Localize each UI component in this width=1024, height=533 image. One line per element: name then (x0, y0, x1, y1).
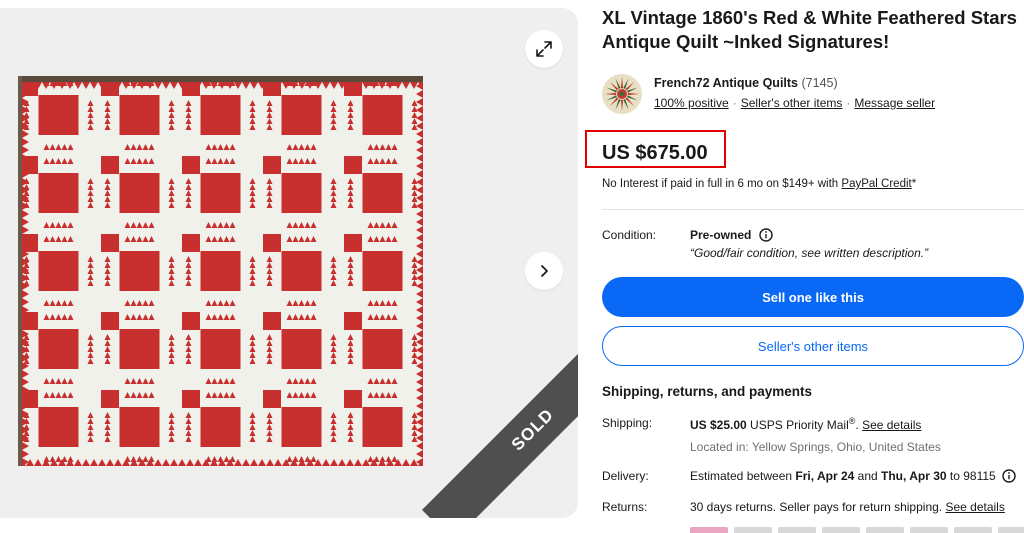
financing-note: No Interest if paid in full in 6 mo on $… (602, 178, 916, 190)
seller-positive-link[interactable]: 100% positive (654, 96, 729, 110)
shipping-section-title: Shipping, returns, and payments (602, 384, 813, 399)
condition-value-row: Pre-owned (690, 228, 774, 242)
payment-icon (690, 527, 728, 533)
listing-title: XL Vintage 1860's Red & White Feathered … (602, 7, 1017, 52)
payment-icons-strip (690, 527, 1024, 533)
delivery-end: Thu, Apr 30 (881, 469, 947, 483)
delivery-start: Fri, Apr 24 (795, 469, 855, 483)
seller-links: 100% positive · Seller's other items · Messa… (654, 96, 935, 110)
sell-one-like-this-button[interactable]: Sell one like this (602, 277, 1024, 317)
returns-value: 30 days returns. Seller pays for return … (690, 500, 1005, 514)
seller-feedback-count: (7145) (801, 76, 838, 90)
item-price: US $675.00 (602, 142, 708, 164)
shipping-label: Shipping: (602, 416, 653, 430)
quilt-photo (18, 76, 423, 466)
image-gallery: SOLD (0, 8, 578, 518)
delivery-zip: to 98115 (946, 469, 996, 483)
separator-dot: · (732, 96, 737, 110)
payment-icon (822, 527, 860, 533)
payment-icon (778, 527, 816, 533)
sellers-other-items-button[interactable]: Seller's other items (602, 326, 1024, 366)
seller-name[interactable]: French72 Antique Quilts (654, 76, 798, 90)
separator-dot: · (846, 96, 851, 110)
financing-asterisk: * (911, 178, 917, 190)
payment-icon (910, 527, 948, 533)
returns-label: Returns: (602, 500, 648, 514)
seller-info: French72 Antique Quilts (7145) (654, 76, 838, 90)
shipping-service: USPS Priority Mail (746, 418, 849, 432)
shipping-value: US $25.00 USPS Priority Mail®. See detai… (690, 416, 921, 432)
delivery-mid: and (854, 469, 882, 483)
sold-label: SOLD (507, 404, 558, 455)
payment-icon (866, 527, 904, 533)
seller-other-items-link[interactable]: Seller's other items (741, 96, 843, 110)
chevron-right-icon (541, 265, 548, 277)
payment-icon (954, 527, 992, 533)
returns-details-link[interactable]: See details (945, 500, 1004, 514)
payment-icon (734, 527, 772, 533)
delivery-prefix: Estimated between (690, 469, 796, 483)
expand-button[interactable] (525, 30, 563, 68)
seller-logo (602, 74, 642, 114)
delivery-value: Estimated between Fri, Apr 24 and Thu, A… (690, 469, 1016, 483)
message-seller-link[interactable]: Message seller (854, 96, 935, 110)
listing-image[interactable] (18, 76, 423, 466)
info-icon[interactable] (759, 228, 774, 242)
divider (602, 209, 1024, 210)
shipping-cost: US $25.00 (690, 418, 747, 432)
item-details-panel: XL Vintage 1860's Red & White Feathered … (585, 0, 1024, 533)
expand-icon (536, 41, 552, 57)
sold-ribbon: SOLD (421, 318, 578, 518)
delivery-estimate: Estimated between Fri, Apr 24 and Thu, A… (690, 469, 996, 483)
condition-value: Pre-owned (690, 228, 752, 242)
delivery-label: Delivery: (602, 469, 649, 483)
returns-text: 30 days returns. Seller pays for return … (690, 500, 946, 514)
financing-text: No Interest if paid in full in 6 mo on $… (602, 178, 842, 190)
info-icon[interactable] (1002, 469, 1016, 483)
shipping-details-link[interactable]: See details (862, 418, 921, 432)
condition-description: “Good/fair condition, see written descri… (690, 246, 929, 260)
paypal-credit-link[interactable]: PayPal Credit (841, 178, 911, 190)
next-image-button[interactable] (525, 252, 563, 290)
item-location: Located in: Yellow Springs, Ohio, United… (690, 440, 941, 454)
condition-label: Condition: (602, 228, 657, 242)
seller-avatar[interactable] (602, 74, 642, 114)
payment-icon (998, 527, 1024, 533)
